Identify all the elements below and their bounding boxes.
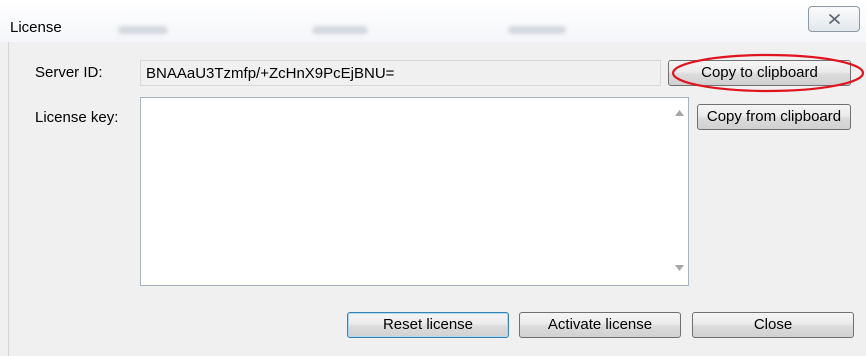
activate-license-button[interactable]: Activate license — [519, 312, 681, 338]
license-dialog: License Server ID: BNAAaU3Tzmfp/+ZcHnX9P… — [0, 0, 866, 356]
copy-from-clipboard-button[interactable]: Copy from clipboard — [697, 104, 851, 130]
scroll-up-arrow-icon[interactable] — [675, 110, 684, 116]
reset-license-button[interactable]: Reset license — [347, 312, 509, 338]
dialog-content: Server ID: BNAAaU3Tzmfp/+ZcHnX9PcEjBNU= … — [8, 42, 865, 356]
server-id-label: Server ID: — [35, 64, 103, 81]
title-bar[interactable]: License — [0, 0, 866, 42]
server-id-value: BNAAaU3Tzmfp/+ZcHnX9PcEjBNU= — [146, 65, 395, 82]
blurred-background-text — [508, 26, 566, 34]
scroll-down-arrow-icon[interactable] — [675, 265, 684, 271]
copy-to-clipboard-button[interactable]: Copy to clipboard — [668, 60, 851, 86]
close-button[interactable]: Close — [692, 312, 854, 338]
window-close-button[interactable] — [808, 6, 860, 32]
close-icon — [828, 13, 841, 25]
blurred-background-text — [118, 26, 168, 34]
license-key-label: License key: — [35, 109, 119, 126]
window-title: License — [10, 19, 62, 36]
blurred-background-text — [312, 26, 368, 34]
license-key-textarea[interactable] — [140, 97, 689, 286]
server-id-field[interactable]: BNAAaU3Tzmfp/+ZcHnX9PcEjBNU= — [140, 60, 661, 86]
textarea-scrollbar[interactable] — [671, 98, 688, 285]
